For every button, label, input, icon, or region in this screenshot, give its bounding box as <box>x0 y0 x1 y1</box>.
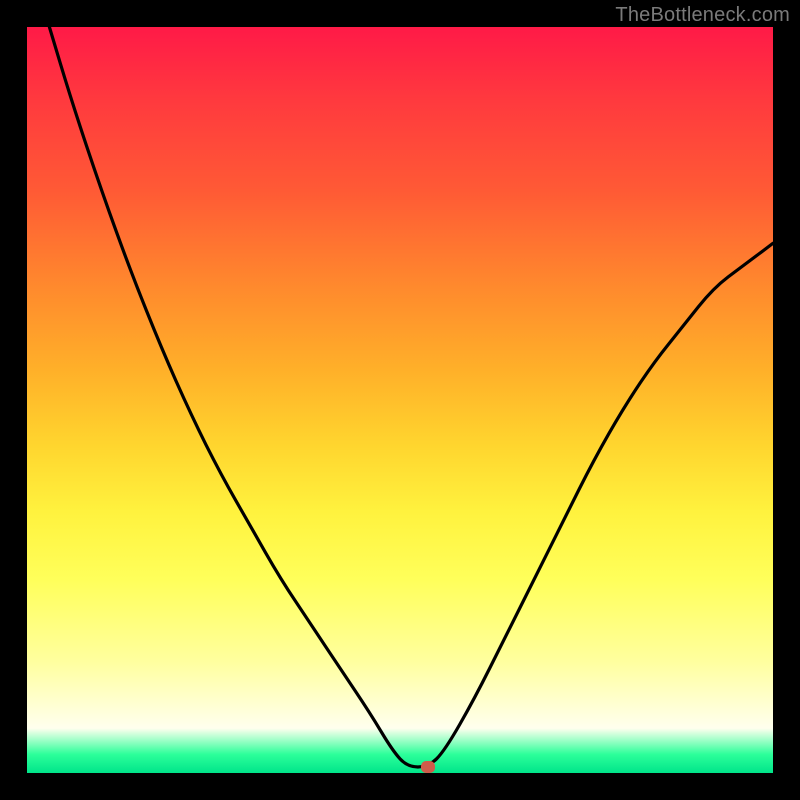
optimal-point-marker <box>421 761 435 773</box>
curve-svg <box>27 27 773 773</box>
plot-area <box>27 27 773 773</box>
bottleneck-curve-path <box>49 27 773 767</box>
watermark-text: TheBottleneck.com <box>615 4 790 27</box>
chart-frame: TheBottleneck.com <box>0 0 800 800</box>
